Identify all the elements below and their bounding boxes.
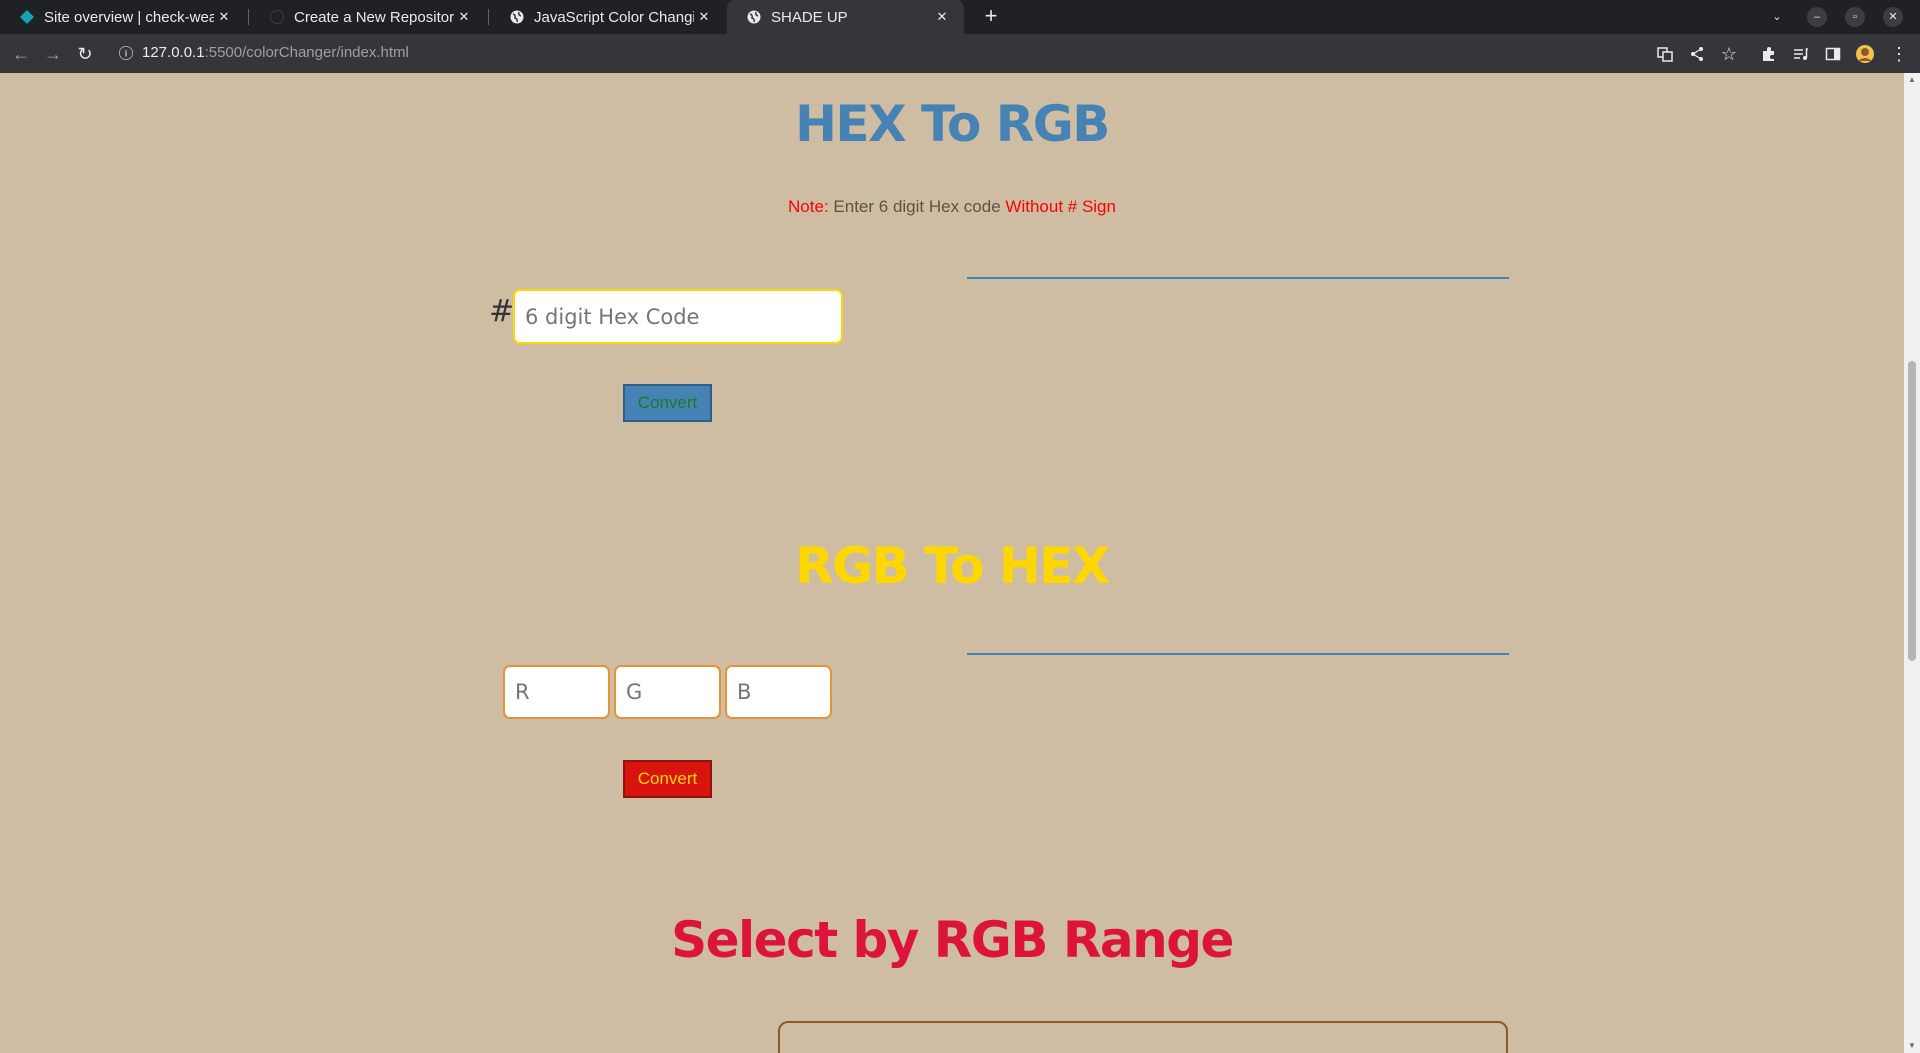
translate-icon[interactable]: [1653, 42, 1677, 66]
tab-site-overview[interactable]: Site overview | check-weat ✕: [0, 0, 246, 34]
close-icon[interactable]: ✕: [214, 9, 234, 25]
hex-convert-button[interactable]: Convert: [623, 384, 712, 422]
hex-code-input[interactable]: [513, 289, 843, 344]
url-text[interactable]: 127.0.0.1:5500/colorChanger/index.html: [142, 44, 409, 61]
restore-icon[interactable]: ▫: [1845, 7, 1865, 27]
hex-note: Note: Enter 6 digit Hex code Without # S…: [0, 197, 1904, 217]
hex-divider-line: [967, 277, 1509, 279]
tab-title: Site overview | check-weat: [44, 8, 214, 26]
media-queue-icon[interactable]: [1789, 42, 1813, 66]
green-value-input[interactable]: [614, 665, 721, 719]
menu-kebab-icon[interactable]: ⋮: [1887, 42, 1911, 66]
hex-to-rgb-title: HEX To RGB: [795, 95, 1110, 153]
forward-arrow-icon[interactable]: →: [41, 42, 65, 66]
tab-separator: [248, 9, 249, 25]
rgb-convert-button[interactable]: Convert: [623, 760, 712, 798]
rgb-to-hex-title: RGB To HEX: [795, 537, 1110, 595]
extensions-puzzle-icon[interactable]: [1757, 42, 1781, 66]
address-bar[interactable]: i 127.0.0.1:5500/colorChanger/index.html: [108, 37, 1648, 69]
close-icon[interactable]: ✕: [454, 9, 474, 25]
back-arrow-icon[interactable]: ←: [9, 42, 33, 66]
new-tab-button[interactable]: +: [978, 4, 1004, 30]
tab-title: Create a New Repository: [294, 8, 454, 26]
rgb-divider-line: [967, 653, 1509, 655]
github-icon: [270, 10, 284, 24]
tab-title: SHADE UP: [771, 8, 848, 26]
tab-strip: Site overview | check-weat ✕ Create a Ne…: [0, 0, 1920, 34]
tab-search-chevron-icon[interactable]: ⌄: [1767, 7, 1787, 27]
hash-symbol: #: [489, 294, 515, 329]
browser-toolbar: ← → ↻ i 127.0.0.1:5500/colorChanger/inde…: [0, 34, 1920, 73]
profile-avatar-icon[interactable]: [1853, 42, 1877, 66]
side-panel-icon[interactable]: [1821, 42, 1845, 66]
globe-icon: [510, 10, 524, 24]
note-emphasis: Without # Sign: [1005, 197, 1116, 216]
window-close-icon[interactable]: ✕: [1883, 7, 1903, 27]
scroll-down-arrow-icon[interactable]: ▼: [1904, 1039, 1920, 1053]
note-label: Note:: [788, 197, 829, 216]
minimize-icon[interactable]: –: [1807, 7, 1827, 27]
tab-title: JavaScript Color Changing: [534, 8, 694, 26]
scroll-up-arrow-icon[interactable]: ▲: [1904, 73, 1920, 87]
tab-javascript-color[interactable]: JavaScript Color Changing ✕: [490, 0, 726, 34]
page-scrollbar[interactable]: ▲ ▼: [1904, 73, 1920, 1053]
blue-value-input[interactable]: [725, 665, 832, 719]
scrollbar-thumb[interactable]: [1908, 361, 1916, 661]
globe-icon: [747, 10, 761, 24]
reload-icon[interactable]: ↻: [73, 42, 97, 66]
red-value-input[interactable]: [503, 665, 610, 719]
close-icon[interactable]: ✕: [694, 9, 714, 25]
site-info-icon[interactable]: i: [119, 46, 133, 60]
rgb-range-title: Select by RGB Range: [671, 911, 1234, 969]
close-icon[interactable]: ✕: [932, 9, 952, 25]
note-text: Enter 6 digit Hex code: [833, 197, 1001, 216]
rgb-range-panel: [778, 1021, 1508, 1053]
page-content: HEX To RGB Note: Enter 6 digit Hex code …: [0, 73, 1904, 1053]
tab-create-repository[interactable]: Create a New Repository ✕: [250, 0, 486, 34]
diamond-icon: [20, 10, 34, 24]
tab-shade-up[interactable]: SHADE UP ✕: [727, 0, 964, 34]
bookmark-star-icon[interactable]: ☆: [1717, 42, 1741, 66]
share-icon[interactable]: [1685, 42, 1709, 66]
tab-separator: [488, 9, 489, 25]
